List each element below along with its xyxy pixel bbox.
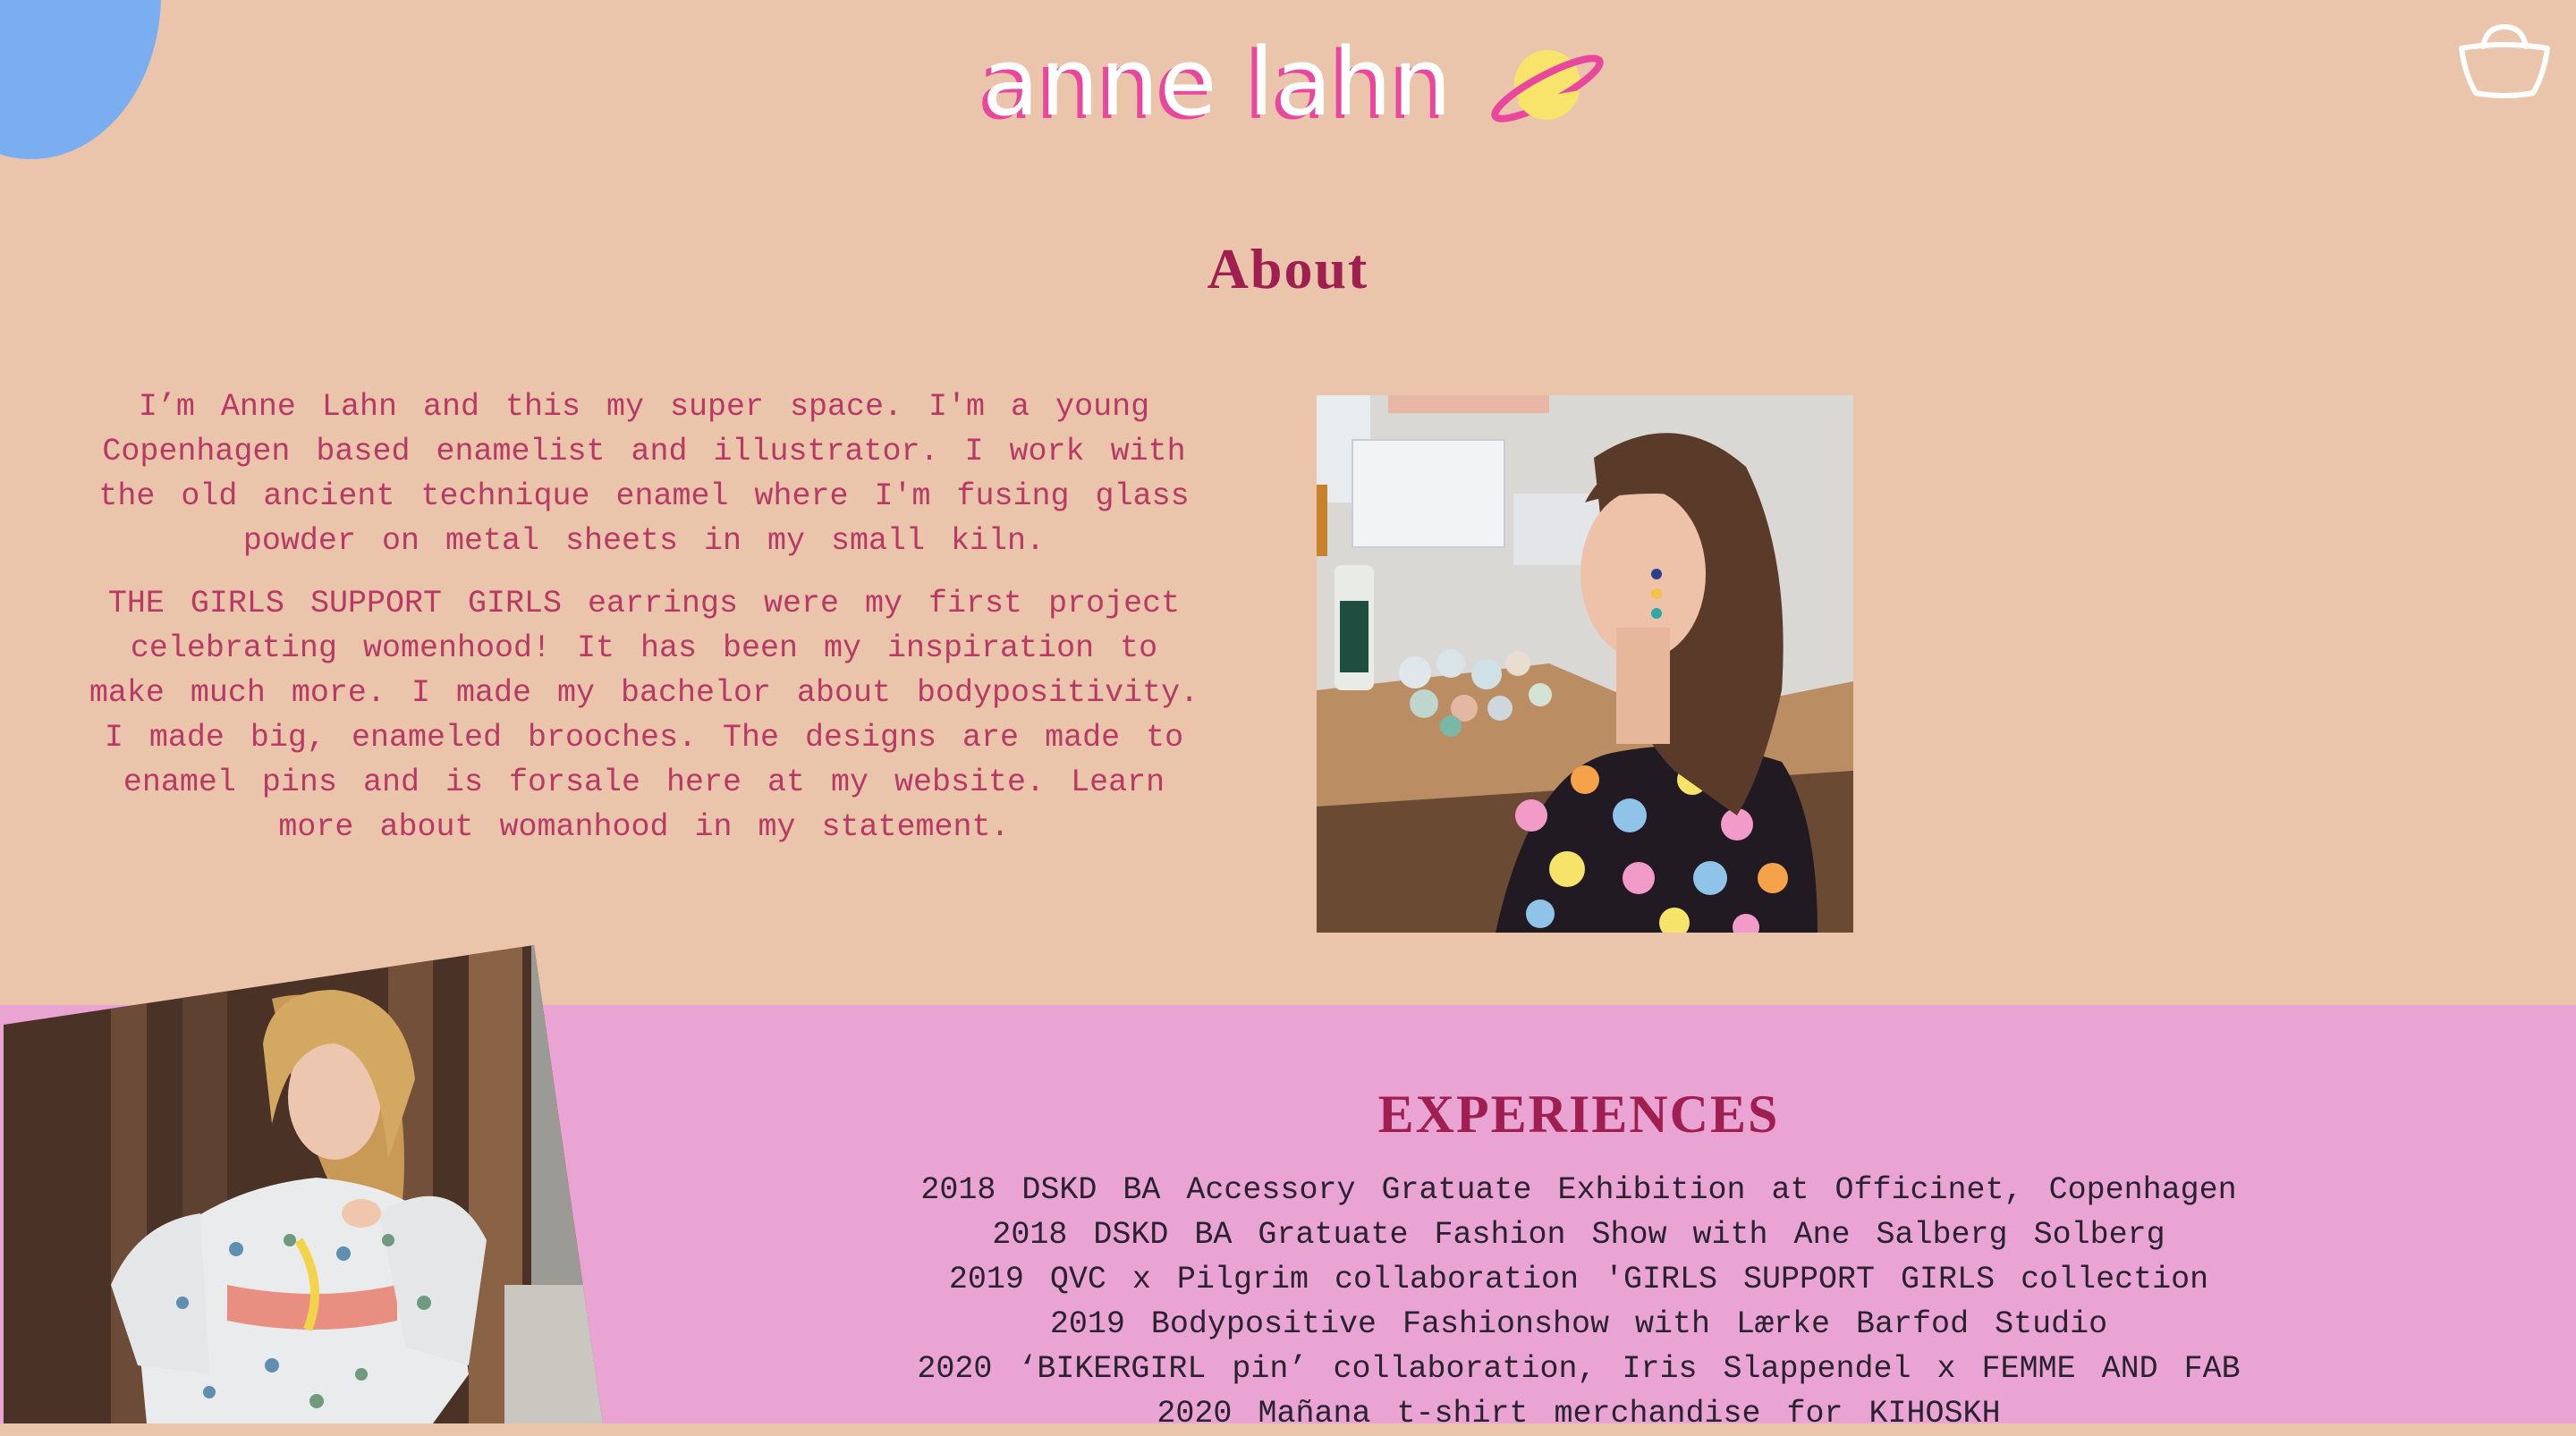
about-paragraph: THE GIRLS SUPPORT GIRLS earrings were my… [89, 586, 1199, 845]
experience-item: 2018 DSKD BA Gratuate Fashion Show with … [992, 1217, 2165, 1253]
experience-item: 2019 QVC x Pilgrim collaboration 'GIRLS … [948, 1262, 2209, 1297]
basket-icon[interactable] [2456, 21, 2553, 104]
model-photo [4, 945, 603, 1423]
portrait-photo [1317, 395, 1853, 933]
site-logo[interactable]: anne lahn [982, 23, 1606, 148]
decorative-blue-circle [0, 0, 161, 159]
experience-item: 2018 DSKD BA Accessory Gratuate Exhibiti… [920, 1172, 2237, 1208]
experience-item: 2020 Mañana t-shirt merchandise for KIHO… [1157, 1396, 2001, 1432]
planet-icon [1491, 50, 1604, 122]
experience-item: 2019 Bodypositive Fashionshow with Lærke… [1049, 1306, 2108, 1342]
experiences-list: 2018 DSKD BA Accessory Gratuate Exhibiti… [818, 1168, 2339, 1436]
about-text: I’m Anne Lahn and this my super space. I… [82, 384, 1206, 867]
about-paragraph: I’m Anne Lahn and this my super space. I… [98, 389, 1190, 559]
about-title: About [1207, 237, 1369, 300]
experience-item: 2020 ‘BIKERGIRL pin’ collaboration, Iris… [917, 1351, 2241, 1387]
logo-text: anne lahn [982, 28, 1453, 137]
experiences-title: EXPERIENCES [1377, 1085, 1780, 1144]
